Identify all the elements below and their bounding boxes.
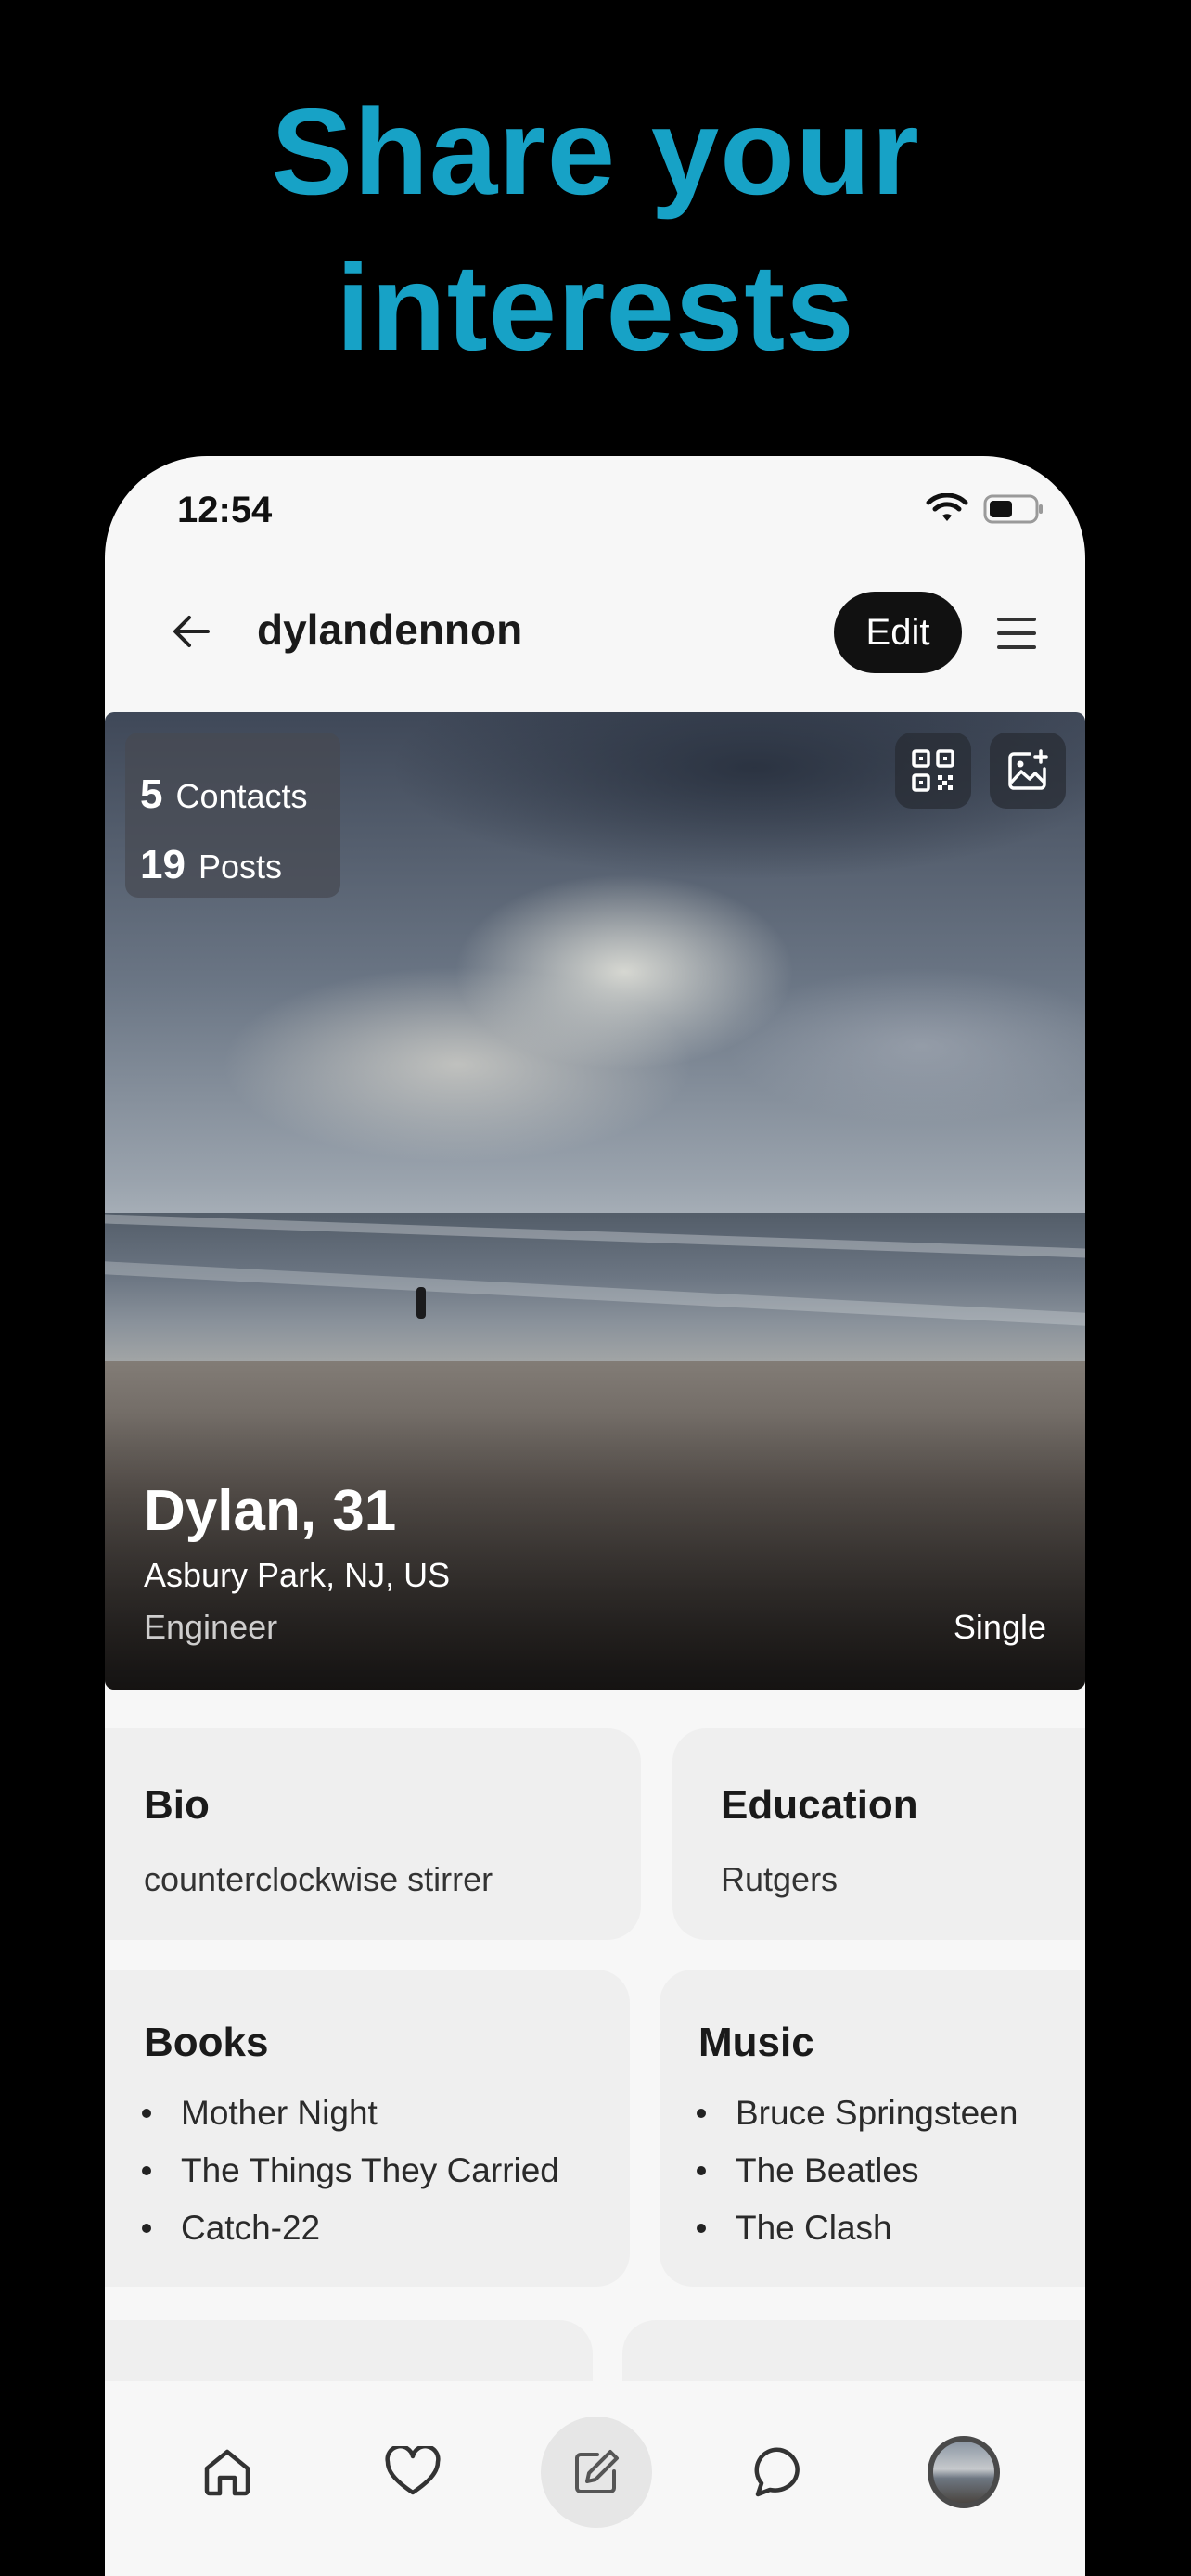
- card-title: Books: [144, 2020, 269, 2065]
- profile-name-age: Dylan, 31: [144, 1479, 397, 1543]
- tab-messages[interactable]: [724, 2417, 836, 2528]
- battery-icon: [983, 494, 1043, 524]
- list-item: The Things They Carried: [133, 2142, 559, 2200]
- menu-button[interactable]: [986, 603, 1047, 664]
- card-title: Education: [721, 1782, 918, 1828]
- chat-icon: [754, 2447, 800, 2497]
- wifi-icon: [926, 493, 968, 521]
- profile-stats: 5 Contacts 19 Posts: [125, 733, 340, 898]
- music-list: Bruce Springsteen The Beatles The Clash: [687, 2085, 1018, 2257]
- hamburger-icon: [997, 618, 1036, 649]
- tab-home[interactable]: [172, 2417, 283, 2528]
- card-title: Bio: [144, 1782, 210, 1828]
- qr-code-button[interactable]: [895, 733, 971, 809]
- stat-label: Posts: [198, 848, 282, 886]
- list-item: Catch-22: [133, 2200, 559, 2257]
- books-card[interactable]: Books Mother Night The Things They Carri…: [105, 1970, 630, 2287]
- status-icons: [926, 493, 1044, 525]
- music-card[interactable]: Music Bruce Springsteen The Beatles The …: [660, 1970, 1085, 2287]
- promo-headline-line2: interests: [336, 239, 855, 376]
- education-card[interactable]: Education Rutgers: [672, 1728, 1085, 1940]
- home-icon: [204, 2449, 250, 2496]
- tab-compose[interactable]: [541, 2417, 652, 2528]
- list-item: The Beatles: [687, 2142, 1018, 2200]
- tab-likes[interactable]: [357, 2417, 468, 2528]
- stat-contacts[interactable]: 5 Contacts: [140, 772, 308, 818]
- phone-screen: 12:54 dylandennon Edit 5 Contacts 19 Pos…: [105, 456, 1085, 2576]
- add-photo-button[interactable]: [990, 733, 1066, 809]
- stat-label: Contacts: [175, 777, 308, 815]
- back-button[interactable]: [160, 601, 222, 662]
- arrow-left-icon: [173, 616, 210, 647]
- card-text: counterclockwise stirrer: [144, 1860, 493, 1898]
- promo-headline-line1: Share your: [271, 83, 920, 220]
- card-text: Rutgers: [721, 1860, 839, 1898]
- edit-button[interactable]: Edit: [834, 592, 962, 673]
- bottom-tab-bar: [105, 2381, 1085, 2576]
- profile-occupation: Engineer: [144, 1608, 278, 1646]
- qr-code-icon: [912, 749, 954, 792]
- profile-cover-photo: 5 Contacts 19 Posts Dylan, 31 Asbury Par…: [105, 712, 1085, 1690]
- cover-shade: [105, 1411, 1085, 1690]
- stat-count: 19: [140, 842, 186, 887]
- bio-card[interactable]: Bio counterclockwise stirrer: [105, 1728, 641, 1940]
- status-bar: 12:54: [105, 456, 1085, 577]
- status-time: 12:54: [177, 490, 273, 530]
- list-item: The Clash: [687, 2200, 1018, 2257]
- avatar: [928, 2436, 1000, 2508]
- list-item: Bruce Springsteen: [687, 2085, 1018, 2142]
- profile-location: Asbury Park, NJ, US: [144, 1556, 451, 1594]
- profile-relationship-status: Single: [953, 1608, 1046, 1646]
- profile-username: dylandennon: [257, 606, 523, 654]
- cover-person: [416, 1287, 426, 1319]
- stat-posts[interactable]: 19 Posts: [140, 842, 282, 888]
- add-image-icon: [1008, 749, 1048, 790]
- list-item: Mother Night: [133, 2085, 559, 2142]
- heart-icon: [385, 2446, 441, 2495]
- stat-count: 5: [140, 772, 163, 817]
- app-bar: dylandennon Edit: [105, 577, 1085, 688]
- promo-headline: Share your interests: [0, 74, 1191, 386]
- card-title: Music: [698, 2020, 814, 2065]
- books-list: Mother Night The Things They Carried Cat…: [133, 2085, 559, 2257]
- tab-profile[interactable]: [908, 2417, 1019, 2528]
- compose-icon: [575, 2450, 619, 2493]
